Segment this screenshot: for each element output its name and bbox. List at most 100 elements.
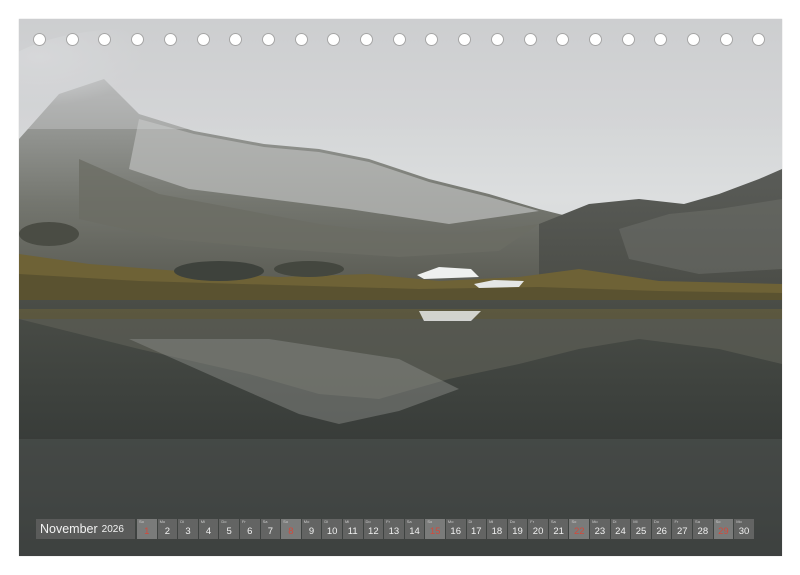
day-number: 26 — [656, 526, 667, 537]
day-number: 6 — [247, 526, 253, 537]
day-number: 28 — [697, 526, 709, 537]
day-cell-sunday: So 22 — [569, 519, 590, 539]
day-number: 14 — [409, 526, 420, 537]
day-cell: Do 5 — [219, 519, 239, 539]
ring-binding-hole-icon — [196, 33, 210, 46]
ring-binding-hole-icon — [261, 33, 275, 46]
weekday-abbr: Sa — [406, 519, 412, 524]
weekday-abbr: Fr — [241, 519, 246, 524]
ring-binding-hole-icon — [621, 33, 635, 46]
weekday-abbr: So — [571, 519, 577, 524]
day-number: 17 — [471, 526, 482, 537]
day-cell: Fr 6 — [239, 519, 260, 539]
day-number: 18 — [491, 526, 503, 537]
weekday-abbr: So — [715, 519, 721, 524]
day-number: 21 — [553, 526, 564, 537]
calendar-strip: November 2026 So 1 Mo 2 Di 3 Mi 4 Do 5 Fr 6 Sa 7 So 8 Mo… — [36, 519, 763, 539]
day-number: 23 — [594, 526, 606, 537]
day-number: 22 — [573, 526, 585, 537]
day-number: 11 — [347, 526, 358, 537]
day-cell: Di 17 — [466, 519, 487, 539]
month-name: November — [40, 522, 98, 536]
weekday-abbr: Di — [324, 519, 329, 524]
ring-binding-hole-icon — [752, 33, 766, 46]
day-cell: Di 10 — [322, 519, 342, 539]
day-cell-sunday: So 29 — [713, 519, 734, 539]
weekday-abbr: Di — [180, 519, 184, 524]
day-cell: Fr 27 — [672, 519, 693, 539]
ring-binding-hole-icon — [458, 33, 472, 46]
day-number: 30 — [738, 526, 750, 537]
ring-binding-hole-icon — [327, 33, 341, 46]
ring-binding — [19, 33, 782, 51]
weekday-abbr: Mi — [344, 519, 350, 524]
day-cell-sunday: So 8 — [281, 519, 301, 539]
weekday-abbr: Di — [468, 519, 473, 524]
ring-binding-hole-icon — [556, 33, 570, 46]
day-cell: Fr 20 — [528, 519, 548, 539]
day-number: 7 — [267, 526, 273, 537]
day-number: 2 — [164, 526, 171, 537]
weekday-abbr: Fr — [674, 519, 679, 524]
day-number: 1 — [144, 526, 150, 537]
day-number: 5 — [226, 526, 232, 537]
day-cell: Sa 28 — [693, 519, 713, 539]
ring-binding-hole-icon — [65, 33, 79, 46]
day-cell: Fr 13 — [384, 519, 404, 539]
weekday-abbr: Mo — [592, 519, 598, 524]
day-number: 24 — [615, 526, 626, 537]
day-number: 16 — [450, 526, 461, 537]
day-number: 8 — [288, 526, 294, 537]
day-number: 25 — [635, 526, 647, 537]
weekday-abbr: Fr — [530, 519, 535, 524]
weekday-abbr: So — [427, 519, 433, 524]
ring-binding-hole-icon — [719, 33, 733, 46]
calendar-page: November 2026 So 1 Mo 2 Di 3 Mi 4 Do 5 Fr 6 Sa 7 So 8 Mo… — [19, 19, 782, 556]
day-number: 15 — [429, 526, 441, 537]
weekday-abbr: Mo — [736, 519, 742, 524]
weekday-abbr: Fr — [386, 519, 390, 524]
weekday-abbr: Do — [653, 519, 659, 524]
ring-binding-hole-icon — [490, 33, 504, 46]
day-cell: Mo 30 — [734, 519, 754, 539]
ring-binding-hole-icon — [98, 33, 112, 46]
weekday-abbr: Do — [221, 519, 227, 524]
day-cell: Di 24 — [610, 519, 631, 539]
day-number: 4 — [205, 526, 212, 537]
day-cell: Mi 4 — [198, 519, 219, 539]
weekday-abbr: Mi — [200, 519, 206, 524]
ring-binding-hole-icon — [33, 33, 46, 46]
day-number: 9 — [308, 526, 315, 537]
day-cell: Mo 16 — [445, 519, 466, 539]
day-cell: Mo 23 — [590, 519, 610, 539]
ring-binding-hole-icon — [687, 33, 700, 46]
day-cell-sunday: So 15 — [425, 519, 445, 539]
day-cell: Mo 9 — [301, 519, 322, 539]
day-number: 29 — [718, 526, 729, 537]
day-number: 27 — [676, 526, 688, 537]
ring-binding-hole-icon — [523, 33, 537, 46]
day-cell: Do 12 — [363, 519, 384, 539]
day-cell: Mi 18 — [487, 519, 507, 539]
day-number: 19 — [512, 526, 523, 537]
ring-binding-hole-icon — [229, 33, 243, 46]
weekday-abbr: Mo — [303, 519, 310, 524]
ring-binding-hole-icon — [163, 33, 177, 46]
ring-binding-hole-icon — [294, 33, 308, 46]
ring-binding-hole-icon — [360, 33, 373, 46]
day-cell: Sa 14 — [404, 519, 425, 539]
weekday-abbr: Mi — [633, 519, 638, 524]
day-cell: Mi 11 — [342, 519, 363, 539]
landscape-photo — [19, 19, 782, 556]
weekday-abbr: So — [139, 519, 144, 524]
weekday-abbr: Sa — [262, 519, 268, 524]
month-year: 2026 — [101, 523, 124, 535]
day-cell-sunday: So 1 — [137, 519, 157, 539]
day-cell: Do 19 — [507, 519, 528, 539]
day-number: 12 — [368, 526, 379, 537]
ring-binding-hole-icon — [131, 33, 145, 46]
ring-binding-hole-icon — [392, 33, 406, 46]
day-cells: So 1 Mo 2 Di 3 Mi 4 Do 5 Fr 6 Sa 7 So 8 Mo 9 Di 10 Mi 11 Do 12 F… — [137, 519, 754, 539]
ring-binding-hole-icon — [588, 33, 602, 46]
day-cell: Di 3 — [178, 519, 198, 539]
